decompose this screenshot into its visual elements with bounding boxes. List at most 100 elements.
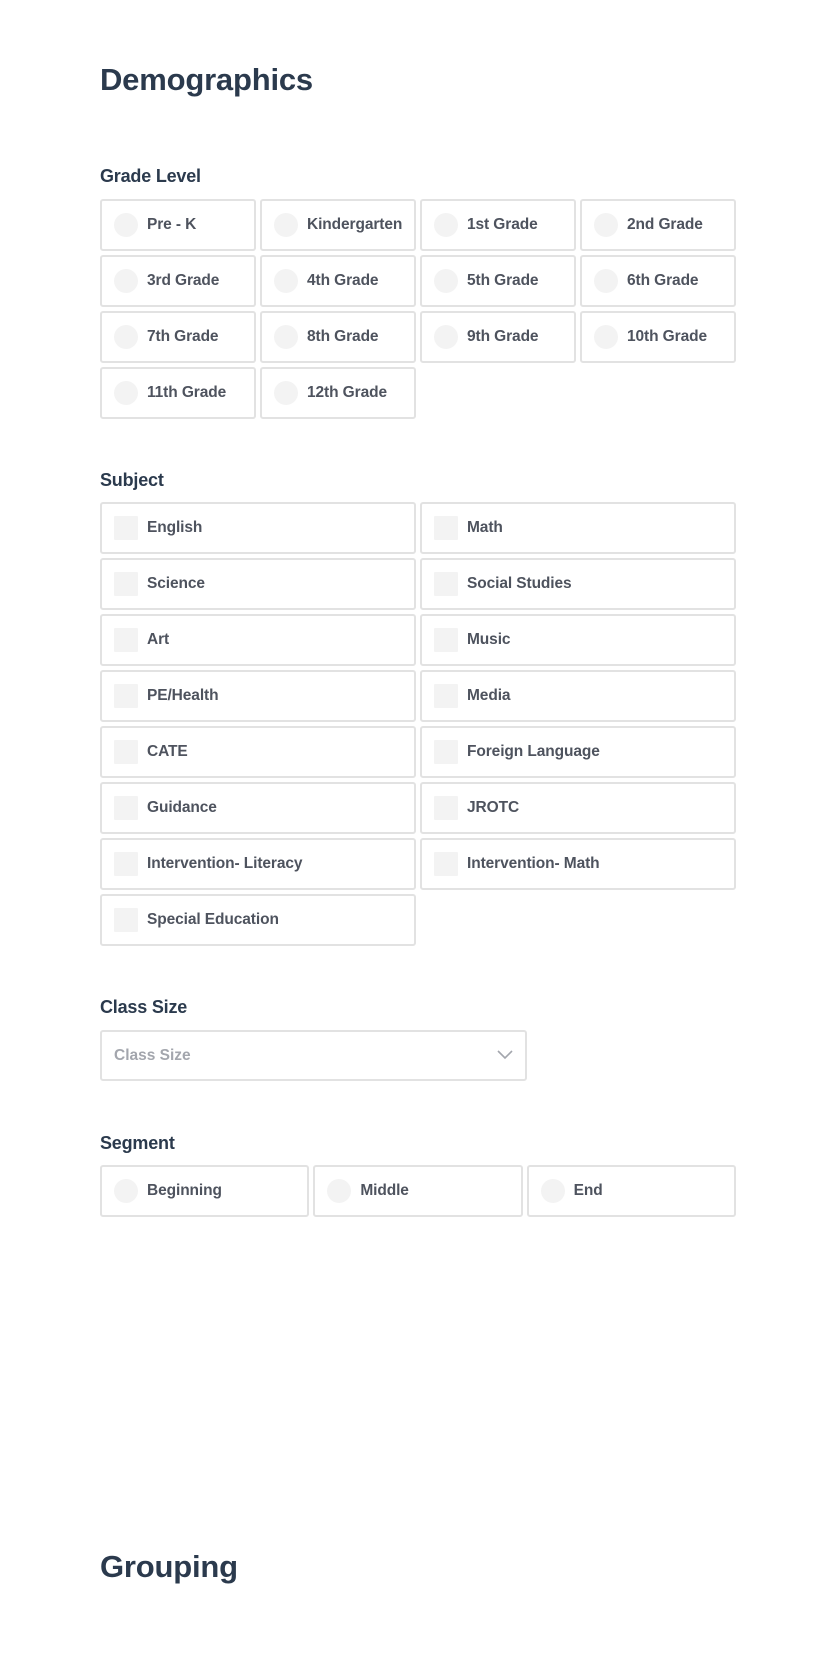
subject-option[interactable]: Social Studies	[420, 558, 736, 610]
grade-option-label: 6th Grade	[627, 272, 699, 289]
grade-option-label: 5th Grade	[467, 272, 539, 289]
segment-label: Segment	[100, 1133, 175, 1153]
grade-option-label: Pre - K	[147, 216, 197, 233]
checkbox-icon[interactable]	[114, 740, 138, 764]
grade-option-label: 11th Grade	[147, 384, 227, 401]
checkbox-icon[interactable]	[114, 572, 138, 596]
grade-option[interactable]: 2nd Grade	[580, 199, 736, 251]
radio-icon[interactable]	[327, 1179, 352, 1203]
subject-option-label: Foreign Language	[467, 743, 600, 760]
subject-option-label: Special Education	[147, 911, 279, 928]
grade-option[interactable]: 5th Grade	[420, 255, 576, 307]
grade-option-label: 12th Grade	[307, 384, 387, 401]
radio-icon[interactable]	[594, 269, 618, 293]
grade-option-label: 4th Grade	[307, 272, 379, 289]
grade-option[interactable]: 4th Grade	[260, 255, 416, 307]
subject-option[interactable]: Media	[420, 670, 736, 722]
checkbox-icon[interactable]	[434, 516, 458, 540]
subject-option[interactable]: Music	[420, 614, 736, 666]
checkbox-icon[interactable]	[114, 684, 138, 708]
radio-icon[interactable]	[274, 213, 298, 237]
radio-icon[interactable]	[434, 269, 458, 293]
grade-option[interactable]: Pre - K	[100, 199, 256, 251]
segment-option-label: End	[573, 1182, 603, 1199]
grade-option[interactable]: 8th Grade	[260, 311, 416, 363]
radio-icon[interactable]	[274, 269, 298, 293]
radio-icon[interactable]	[114, 381, 138, 405]
subject-option-label: Intervention- Literacy	[147, 855, 303, 872]
radio-icon[interactable]	[114, 325, 138, 349]
grouping-title: Grouping	[100, 1549, 238, 1584]
subject-group: English Math Science Social Studies Art …	[100, 502, 736, 946]
segment-option-label: Beginning	[147, 1182, 222, 1199]
checkbox-icon[interactable]	[114, 908, 138, 932]
grade-option-label: 3rd Grade	[147, 272, 220, 289]
subject-option-label: Intervention- Math	[467, 855, 600, 872]
radio-icon[interactable]	[434, 325, 458, 349]
grade-option-label: Kindergarten	[307, 216, 403, 233]
subject-option[interactable]: English	[100, 502, 416, 554]
checkbox-icon[interactable]	[434, 852, 458, 876]
checkbox-icon[interactable]	[434, 628, 458, 652]
grade-option[interactable]: 12th Grade	[260, 367, 416, 419]
grade-option-label: 9th Grade	[467, 328, 539, 345]
grade-level-group: Pre - K Kindergarten 1st Grade 2nd Grade…	[100, 199, 736, 419]
radio-icon[interactable]	[540, 1179, 565, 1203]
subject-option-label: PE/Health	[147, 687, 219, 704]
segment-group: Beginning Middle End	[100, 1165, 736, 1217]
subject-option[interactable]: Science	[100, 558, 416, 610]
subject-option[interactable]: CATE	[100, 726, 416, 778]
subject-option[interactable]: PE/Health	[100, 670, 416, 722]
radio-icon[interactable]	[594, 213, 618, 237]
subject-option[interactable]: JROTC	[420, 782, 736, 834]
radio-icon[interactable]	[114, 269, 138, 293]
grade-option[interactable]: 3rd Grade	[100, 255, 256, 307]
radio-icon[interactable]	[114, 213, 138, 237]
grade-option-label: 8th Grade	[307, 328, 379, 345]
checkbox-icon[interactable]	[114, 628, 138, 652]
class-size-select[interactable]: Class Size	[100, 1030, 527, 1081]
radio-icon[interactable]	[434, 213, 458, 237]
subject-option[interactable]: Special Education	[100, 894, 416, 946]
grade-level-label: Grade Level	[100, 166, 201, 186]
class-size-label: Class Size	[100, 997, 188, 1017]
subject-option-label: JROTC	[467, 799, 520, 816]
grade-option[interactable]: Kindergarten	[260, 199, 416, 251]
subject-option[interactable]: Intervention- Math	[420, 838, 736, 890]
grade-option[interactable]: 11th Grade	[100, 367, 256, 419]
radio-icon[interactable]	[274, 325, 298, 349]
subject-option-label: CATE	[147, 743, 188, 760]
subject-option-label: English	[147, 519, 203, 536]
checkbox-icon[interactable]	[114, 516, 138, 540]
grade-option[interactable]: 6th Grade	[580, 255, 736, 307]
radio-icon[interactable]	[114, 1179, 138, 1203]
subject-option[interactable]: Math	[420, 502, 736, 554]
checkbox-icon[interactable]	[434, 796, 458, 820]
subject-option[interactable]: Art	[100, 614, 416, 666]
grade-option[interactable]: 7th Grade	[100, 311, 256, 363]
grade-option[interactable]: 1st Grade	[420, 199, 576, 251]
subject-option-label: Guidance	[147, 799, 217, 816]
chevron-down-icon	[497, 1050, 513, 1060]
subject-option-label: Art	[147, 631, 170, 648]
checkbox-icon[interactable]	[434, 684, 458, 708]
checkbox-icon[interactable]	[114, 796, 138, 820]
subject-option-label: Science	[147, 575, 205, 592]
segment-option[interactable]: Beginning	[100, 1165, 310, 1217]
segment-option[interactable]: Middle	[313, 1165, 523, 1217]
subject-option[interactable]: Guidance	[100, 782, 416, 834]
segment-option[interactable]: End	[526, 1165, 736, 1217]
subject-option[interactable]: Foreign Language	[420, 726, 736, 778]
segment-option-label: Middle	[360, 1182, 409, 1199]
subject-option[interactable]: Intervention- Literacy	[100, 838, 416, 890]
grade-option[interactable]: 10th Grade	[580, 311, 736, 363]
subject-option-label: Social Studies	[467, 575, 572, 592]
checkbox-icon[interactable]	[434, 572, 458, 596]
radio-icon[interactable]	[594, 325, 618, 349]
checkbox-icon[interactable]	[434, 740, 458, 764]
subject-option-label: Media	[467, 687, 511, 704]
checkbox-icon[interactable]	[114, 852, 138, 876]
grade-option-label: 10th Grade	[627, 328, 707, 345]
radio-icon[interactable]	[274, 381, 298, 405]
grade-option[interactable]: 9th Grade	[420, 311, 576, 363]
